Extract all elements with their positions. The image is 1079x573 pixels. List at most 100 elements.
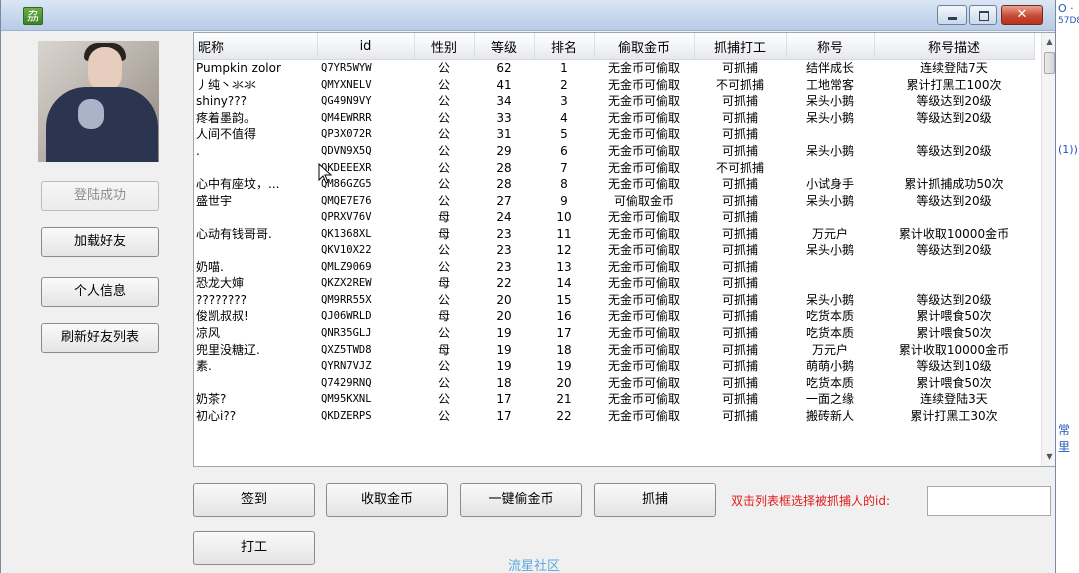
table-cell: 无金币可偷取	[607, 243, 680, 258]
table-cell: 19	[496, 359, 512, 374]
table-cell: 14	[556, 276, 572, 291]
table-row[interactable]: Q7429RNQ 公 18 20 无金币可偷取 可抓捕 吃货本质 累计喂食50次	[194, 374, 1034, 391]
column-header[interactable]: 偷取金币	[594, 33, 695, 60]
table-row[interactable]: 心动有钱哥哥. QK1368XL 母 23 11 无金币可偷取 可抓捕 万元户 累计收取1000…	[194, 225, 1034, 242]
column-header[interactable]: 称号描述	[874, 33, 1035, 60]
table-cell: 可抓捕	[721, 243, 758, 258]
table-cell: 可抓捕	[721, 144, 758, 158]
work-button[interactable]: 打工	[193, 531, 315, 565]
column-header[interactable]: id	[317, 33, 415, 60]
table-row[interactable]: ???????? QM9RR55X 公 20 15 无金币可偷取 可抓捕 呆头小鹅 等级达到20…	[194, 292, 1034, 309]
table-cell: 无金币可偷取	[607, 210, 680, 225]
table-row[interactable]: . QDVN9X5Q 公 29 6 无金币可偷取 可抓捕 呆头小鹅 等级达到20级	[194, 143, 1034, 160]
table-row[interactable]: 素. QYRN7VJZ 公 19 19 无金币可偷取 可抓捕 萌萌小鹅 等级达到10级	[194, 358, 1034, 375]
table-cell: 21	[556, 392, 572, 407]
capture-button[interactable]: 抓捕	[594, 483, 716, 517]
load-friends-button[interactable]: 加载好友	[41, 227, 159, 257]
table-cell: 凉风	[196, 326, 221, 341]
column-header[interactable]: 性别	[414, 33, 475, 60]
table-cell: 17	[496, 408, 512, 423]
capture-id-input[interactable]	[927, 486, 1051, 516]
table-cell: 累计收取10000金币	[898, 342, 1010, 357]
scroll-up-icon[interactable]: ▲	[1042, 34, 1055, 50]
sign-in-button[interactable]: 签到	[193, 483, 315, 517]
table-row[interactable]: 奶喵. QMLZ9069 公 23 13 无金币可偷取 可抓捕	[194, 259, 1034, 276]
collect-coins-button[interactable]: 收取金币	[326, 483, 448, 517]
table-cell: 母	[437, 276, 450, 291]
column-header[interactable]: 抓捕打工	[694, 33, 787, 60]
table-cell: 母	[437, 210, 450, 225]
table-cell: 呆头小鹅	[805, 243, 854, 258]
maximize-button[interactable]	[969, 5, 997, 25]
profile-button[interactable]: 个人信息	[41, 277, 159, 307]
table-cell: QKDZERPS	[321, 409, 372, 422]
table-cell: 公	[437, 243, 450, 258]
app-icon: 劦	[23, 7, 43, 25]
table-cell: 24	[496, 210, 512, 225]
table-cell	[786, 126, 874, 143]
table-cell: QP3X072R	[321, 128, 372, 141]
table-cell: 3	[560, 94, 568, 109]
table-row[interactable]: QPRXV76V 母 24 10 无金币可偷取 可抓捕	[194, 209, 1034, 226]
table-cell: 1	[560, 61, 568, 76]
table-cell: 不可抓捕	[715, 160, 764, 175]
table-row[interactable]: Pumpkin zolor Q7YR5WYW 公 62 1 无金币可偷取 可抓捕 结伴成长 连续…	[194, 60, 1034, 77]
table-cell: 无金币可偷取	[607, 144, 680, 158]
friends-table[interactable]: 昵称 id 性别 等级 排名 偷取金币 抓捕打工 称号 称号描述 Pumpkin zolor Q7…	[194, 33, 1035, 424]
table-cell: 公	[437, 392, 450, 407]
minimize-button[interactable]	[937, 5, 967, 25]
table-row[interactable]: 盛世宇 QMQE7E76 公 27 9 可偷取金币 可抓捕 呆头小鹅 等级达到20级	[194, 192, 1034, 209]
table-cell: 无金币可偷取	[607, 61, 680, 76]
scroll-thumb[interactable]	[1044, 52, 1055, 74]
table-cell: 4	[560, 110, 568, 125]
table-cell: 20	[496, 292, 512, 307]
table-cell: 可抓捕	[721, 177, 758, 192]
table-cell	[874, 209, 1034, 226]
table-cell	[786, 259, 874, 276]
friends-list[interactable]: 昵称 id 性别 等级 排名 偷取金币 抓捕打工 称号 称号描述 Pumpkin zolor Q7…	[193, 32, 1055, 467]
table-cell: 累计喂食50次	[916, 375, 992, 390]
column-header[interactable]: 称号	[786, 33, 875, 60]
steal-all-coins-button[interactable]: 一键偷金币	[460, 483, 582, 517]
table-cell: 8	[560, 177, 568, 192]
table-row[interactable]: 俊凯叔叔! QJ06WRLD 母 20 16 无金币可偷取 可抓捕 吃货本质 累计喂食50次	[194, 308, 1034, 325]
table-row[interactable]: 奶茶? QM95KXNL 公 17 21 无金币可偷取 可抓捕 一面之缘 连续登陆3天	[194, 391, 1034, 408]
close-button[interactable]: ✕	[1001, 5, 1043, 25]
column-header[interactable]: 排名	[534, 33, 595, 60]
table-cell: 公	[437, 94, 450, 109]
table-cell: 可抓捕	[721, 226, 758, 241]
table-row[interactable]: 恐龙大婶 QKZX2REW 母 22 14 无金币可偷取 可抓捕	[194, 275, 1034, 292]
table-row[interactable]: 人间不值得 QP3X072R 公 31 5 无金币可偷取 可抓捕	[194, 126, 1034, 143]
table-row[interactable]: QKV10X22 公 23 12 无金币可偷取 可抓捕 呆头小鹅 等级达到20级	[194, 242, 1034, 259]
refresh-friends-button[interactable]: 刷新好友列表	[41, 323, 159, 353]
table-cell: 5	[560, 127, 568, 142]
column-header[interactable]: 昵称	[194, 33, 318, 60]
table-cell: 11	[556, 226, 572, 241]
table-cell: 无金币可偷取	[607, 276, 680, 291]
table-cell: 奶喵.	[196, 259, 224, 274]
vertical-scrollbar[interactable]: ▲ ▼	[1041, 33, 1055, 466]
table-cell: Q7YR5WYW	[321, 62, 372, 75]
scroll-down-icon[interactable]: ▼	[1042, 449, 1055, 465]
login-status-button[interactable]: 登陆成功	[41, 181, 159, 211]
table-cell	[874, 159, 1034, 176]
title-bar[interactable]: 劦 ✕	[1, 0, 1055, 31]
table-cell: 人间不值得	[196, 127, 257, 142]
table-cell: 28	[496, 160, 512, 175]
table-cell: 等级达到20级	[916, 193, 992, 208]
table-cell: 23	[496, 243, 512, 258]
table-row[interactable]: 疼着墨韵。 QM4EWRRR 公 33 4 无金币可偷取 可抓捕 呆头小鹅 等级达到20级	[194, 110, 1034, 127]
column-header[interactable]: 等级	[474, 33, 535, 60]
table-row[interactable]: 兜里没糖辽. QXZ5TWD8 母 19 18 无金币可偷取 可抓捕 万元户 累计收取10000…	[194, 341, 1034, 358]
table-row[interactable]: 凉风 QNR35GLJ 公 19 17 无金币可偷取 可抓捕 吃货本质 累计喂食50次	[194, 325, 1034, 342]
table-cell: 可抓捕	[721, 94, 758, 109]
table-row[interactable]: 丿纯丶氺氺 QMYXNELV 公 41 2 无金币可偷取 不可抓捕 工地常客 累计打黑工100次	[194, 77, 1034, 94]
table-cell: 12	[556, 243, 572, 258]
table-cell: 无金币可偷取	[607, 177, 680, 192]
table-cell: 无金币可偷取	[607, 342, 680, 357]
table-row[interactable]: 初心i?? QKDZERPS 公 17 22 无金币可偷取 可抓捕 搬砖新人 累计打黑工30次	[194, 407, 1034, 424]
table-row[interactable]: shiny??? QG49N9VY 公 34 3 无金币可偷取 可抓捕 呆头小鹅 等级达到20级	[194, 93, 1034, 110]
table-cell: 不可抓捕	[715, 77, 764, 92]
table-cell: 连续登陆3天	[920, 392, 988, 407]
table-cell: 可抓捕	[721, 408, 758, 423]
